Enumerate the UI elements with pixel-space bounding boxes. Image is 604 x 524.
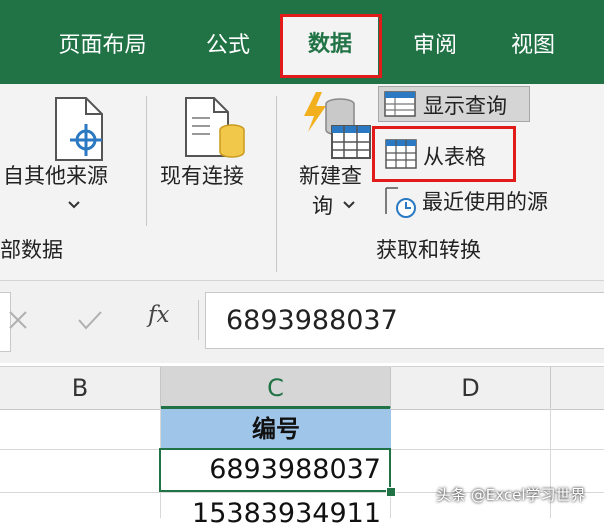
formula-bar-separator [198, 300, 199, 340]
ribbon-data: 自其他来源 现有连接 新建查 询 显示查询 从表格 最近使用的源 部数据 获取和… [0, 84, 604, 281]
ribbon-separator [146, 96, 147, 226]
column-header-d[interactable]: D [391, 367, 551, 409]
from-other-sources-icon [55, 97, 103, 161]
recent-sources-icon [385, 187, 416, 218]
group-label-get-transform: 获取和转换 [376, 238, 481, 262]
from-table-button[interactable]: 从表格 [372, 126, 516, 182]
show-queries-button[interactable]: 显示查询 [378, 86, 530, 122]
insert-function-button[interactable]: fx [148, 302, 169, 328]
new-query-icon [304, 92, 371, 159]
watermark: 头条 @Excel学习世界 [436, 486, 586, 504]
column-header-b[interactable]: B [0, 367, 161, 409]
tab-review[interactable]: 审阅 [396, 0, 474, 84]
tab-view[interactable]: 视图 [494, 0, 572, 84]
chevron-down-icon [343, 201, 355, 209]
cell-c-header[interactable]: 编号 [161, 409, 391, 449]
from-table-label: 从表格 [423, 145, 486, 169]
existing-connections-button[interactable]: 现有连接 [150, 84, 270, 224]
enter-check-icon[interactable] [76, 308, 104, 332]
from-other-sources-label: 自其他来源 [3, 164, 108, 188]
column-headers: B C D [0, 366, 604, 410]
highlight-box-data-tab [280, 14, 382, 78]
new-query-label: 新建查 [299, 164, 362, 188]
ribbon-separator [276, 96, 277, 272]
cell-c-next[interactable]: 15383934911 [161, 494, 391, 524]
recent-sources-label: 最近使用的源 [422, 190, 548, 214]
tab-page-layout[interactable]: 页面布局 [40, 0, 165, 84]
group-label-external-data: 部数据 [0, 238, 63, 262]
formula-input[interactable]: 6893988037 [205, 292, 604, 349]
show-queries-icon [384, 91, 416, 117]
selected-cell[interactable]: 6893988037 [159, 448, 391, 492]
from-other-sources-button[interactable]: 自其他来源 [0, 84, 140, 224]
existing-connections-label: 现有连接 [160, 164, 244, 188]
chevron-down-icon [68, 201, 80, 209]
from-table-icon [385, 139, 417, 169]
existing-connections-icon [185, 97, 245, 158]
new-query-label-2: 询 [312, 194, 333, 218]
cancel-icon[interactable] [6, 308, 30, 332]
recent-sources-button[interactable]: 最近使用的源 [380, 184, 580, 222]
show-queries-label: 显示查询 [423, 94, 507, 118]
new-query-button[interactable]: 新建查 询 [290, 84, 374, 229]
ribbon-tab-bar: 页面布局 公式 数据 审阅 视图 [0, 0, 604, 84]
tab-formulas[interactable]: 公式 [188, 0, 268, 84]
column-header-c[interactable]: C [161, 367, 391, 409]
